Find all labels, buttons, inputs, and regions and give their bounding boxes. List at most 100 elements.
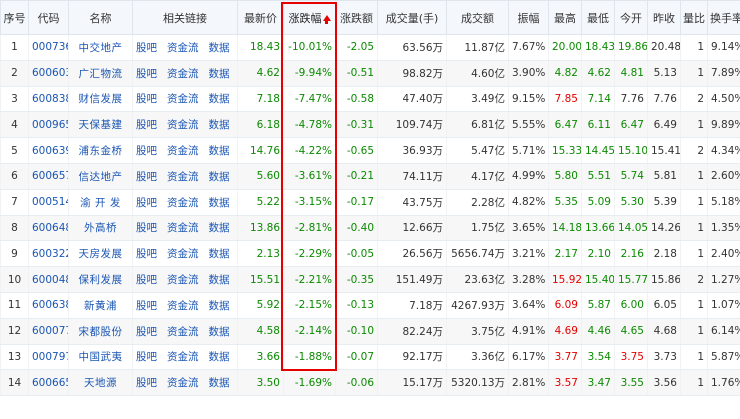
table-row[interactable]: 5 600639 浦东金桥 股吧 资金流 数据 14.76 -4.22% -0.65 36.93万… [0,137,740,164]
data-link[interactable]: 数据 [209,274,230,286]
fund-flow-link[interactable]: 资金流 [167,326,199,338]
guba-link[interactable]: 股吧 [136,171,157,183]
guba-link[interactable]: 股吧 [136,326,157,338]
guba-link[interactable]: 股吧 [136,300,157,312]
header-price[interactable]: 最新价 [237,0,284,35]
fund-flow-link[interactable]: 资金流 [167,351,199,363]
fund-flow-link[interactable]: 资金流 [167,377,199,389]
guba-link[interactable]: 股吧 [136,248,157,260]
stock-name-link[interactable]: 新黄浦 [68,292,133,319]
table-row[interactable]: 11 600638 新黄浦 股吧 资金流 数据 5.92 -2.15% -0.13 7.18万 42… [0,292,740,319]
header-code[interactable]: 代码 [28,0,69,35]
data-link[interactable]: 数据 [209,326,230,338]
stock-code-link[interactable]: 600639 [28,137,69,164]
header-prev-close[interactable]: 昨收 [647,0,681,35]
data-link[interactable]: 数据 [209,42,230,54]
table-row[interactable]: 8 600648 外高桥 股吧 资金流 数据 13.86 -2.81% -0.40 12.66万 1… [0,215,740,242]
stock-name-link[interactable]: 浦东金桥 [68,137,133,164]
stock-code-link[interactable]: 000797 [28,344,69,371]
table-row[interactable]: 2 600603 广汇物流 股吧 资金流 数据 4.62 -9.94% -0.51 98.82万 4… [0,60,740,87]
table-row[interactable]: 6 600657 信达地产 股吧 资金流 数据 5.60 -3.61% -0.21 74.11万 4… [0,163,740,190]
stock-name-link[interactable]: 渝 开 发 [68,189,133,216]
fund-flow-link[interactable]: 资金流 [167,197,199,209]
stock-name-link[interactable]: 天地源 [68,369,133,397]
stock-code-link[interactable]: 000736 [28,34,69,61]
data-link[interactable]: 数据 [209,248,230,260]
stock-code-link[interactable]: 600648 [28,215,69,242]
guba-link[interactable]: 股吧 [136,42,157,54]
stock-name-link[interactable]: 宋都股份 [68,318,133,345]
data-link[interactable]: 数据 [209,145,230,157]
header-volume[interactable]: 成交量(手) [377,0,447,35]
stock-name-link[interactable]: 财信发展 [68,86,133,113]
table-row[interactable]: 12 600077 宋都股份 股吧 资金流 数据 4.58 -2.14% -0.10 82.24万… [0,318,740,345]
stock-name-link[interactable]: 广汇物流 [68,60,133,87]
header-name[interactable]: 名称 [68,0,133,35]
data-link[interactable]: 数据 [209,351,230,363]
header-change-percent[interactable]: 涨跌幅 [283,0,336,35]
stock-name-link[interactable]: 中国武夷 [68,344,133,371]
fund-flow-link[interactable]: 资金流 [167,248,199,260]
stock-name-link[interactable]: 天保基建 [68,111,133,139]
header-volume-ratio[interactable]: 量比 [680,0,708,35]
guba-link[interactable]: 股吧 [136,351,157,363]
guba-link[interactable]: 股吧 [136,377,157,389]
header-high[interactable]: 最高 [548,0,582,35]
guba-link[interactable]: 股吧 [136,197,157,209]
guba-link[interactable]: 股吧 [136,68,157,80]
header-low[interactable]: 最低 [581,0,615,35]
stock-code-link[interactable]: 600665 [28,369,69,397]
stock-code-link[interactable]: 000965 [28,111,69,139]
header-change[interactable]: 涨跌额 [335,0,378,35]
stock-name-link[interactable]: 信达地产 [68,163,133,190]
table-row[interactable]: 9 600322 天房发展 股吧 资金流 数据 2.13 -2.29% -0.05 26.56万 5… [0,240,740,268]
data-link[interactable]: 数据 [209,171,230,183]
data-link[interactable]: 数据 [209,93,230,105]
stock-code-link[interactable]: 600077 [28,318,69,345]
header-index[interactable]: 序号 [0,0,29,35]
data-link[interactable]: 数据 [209,222,230,234]
table-row[interactable]: 4 000965 天保基建 股吧 资金流 数据 6.18 -4.78% -0.31 109.74万… [0,111,740,139]
stock-code-link[interactable]: 600322 [28,240,69,268]
header-open[interactable]: 今开 [614,0,648,35]
fund-flow-link[interactable]: 资金流 [167,300,199,312]
table-row[interactable]: 14 600665 天地源 股吧 资金流 数据 3.50 -1.69% -0.06 15.17万 5… [0,369,740,397]
stock-code-link[interactable]: 600638 [28,292,69,319]
header-turnover[interactable]: 换手率 [707,0,740,35]
table-row[interactable]: 3 600838 财信发展 股吧 资金流 数据 7.18 -7.47% -0.58 47.40万 3… [0,86,740,113]
guba-link[interactable]: 股吧 [136,145,157,157]
fund-flow-link[interactable]: 资金流 [167,171,199,183]
data-link[interactable]: 数据 [209,68,230,80]
stock-code-link[interactable]: 600838 [28,86,69,113]
table-row[interactable]: 10 600048 保利发展 股吧 资金流 数据 15.51 -2.21% -0.35 151.4… [0,266,740,293]
stock-code-link[interactable]: 600048 [28,266,69,293]
guba-link[interactable]: 股吧 [136,93,157,105]
header-amount[interactable]: 成交额 [446,0,509,35]
stock-code-link[interactable]: 600603 [28,60,69,87]
table-row[interactable]: 7 000514 渝 开 发股吧 资金流 数据 5.22 -3.15% -0.17 43.75万… [0,189,740,216]
data-link[interactable]: 数据 [209,197,230,209]
guba-link[interactable]: 股吧 [136,274,157,286]
stock-name-link[interactable]: 天房发展 [68,240,133,268]
table-row[interactable]: 13 000797 中国武夷 股吧 资金流 数据 3.66 -1.88% -0.07 92.17万… [0,344,740,371]
sort-up-arrow-icon[interactable] [322,14,331,24]
fund-flow-link[interactable]: 资金流 [167,145,199,157]
data-link[interactable]: 数据 [209,377,230,389]
fund-flow-link[interactable]: 资金流 [167,274,199,286]
data-link[interactable]: 数据 [209,300,230,312]
data-link[interactable]: 数据 [209,119,230,131]
guba-link[interactable]: 股吧 [136,222,157,234]
fund-flow-link[interactable]: 资金流 [167,42,199,54]
fund-flow-link[interactable]: 资金流 [167,93,199,105]
fund-flow-link[interactable]: 资金流 [167,222,199,234]
stock-name-link[interactable]: 保利发展 [68,266,133,293]
guba-link[interactable]: 股吧 [136,119,157,131]
fund-flow-link[interactable]: 资金流 [167,119,199,131]
stock-name-link[interactable]: 中交地产 [68,34,133,61]
stock-code-link[interactable]: 000514 [28,189,69,216]
header-amplitude[interactable]: 振幅 [508,0,549,35]
table-row[interactable]: 1 000736 中交地产 股吧 资金流 数据 18.43 -10.01% -2.05 63.56… [0,34,740,61]
fund-flow-link[interactable]: 资金流 [167,68,199,80]
stock-name-link[interactable]: 外高桥 [68,215,133,242]
stock-code-link[interactable]: 600657 [28,163,69,190]
